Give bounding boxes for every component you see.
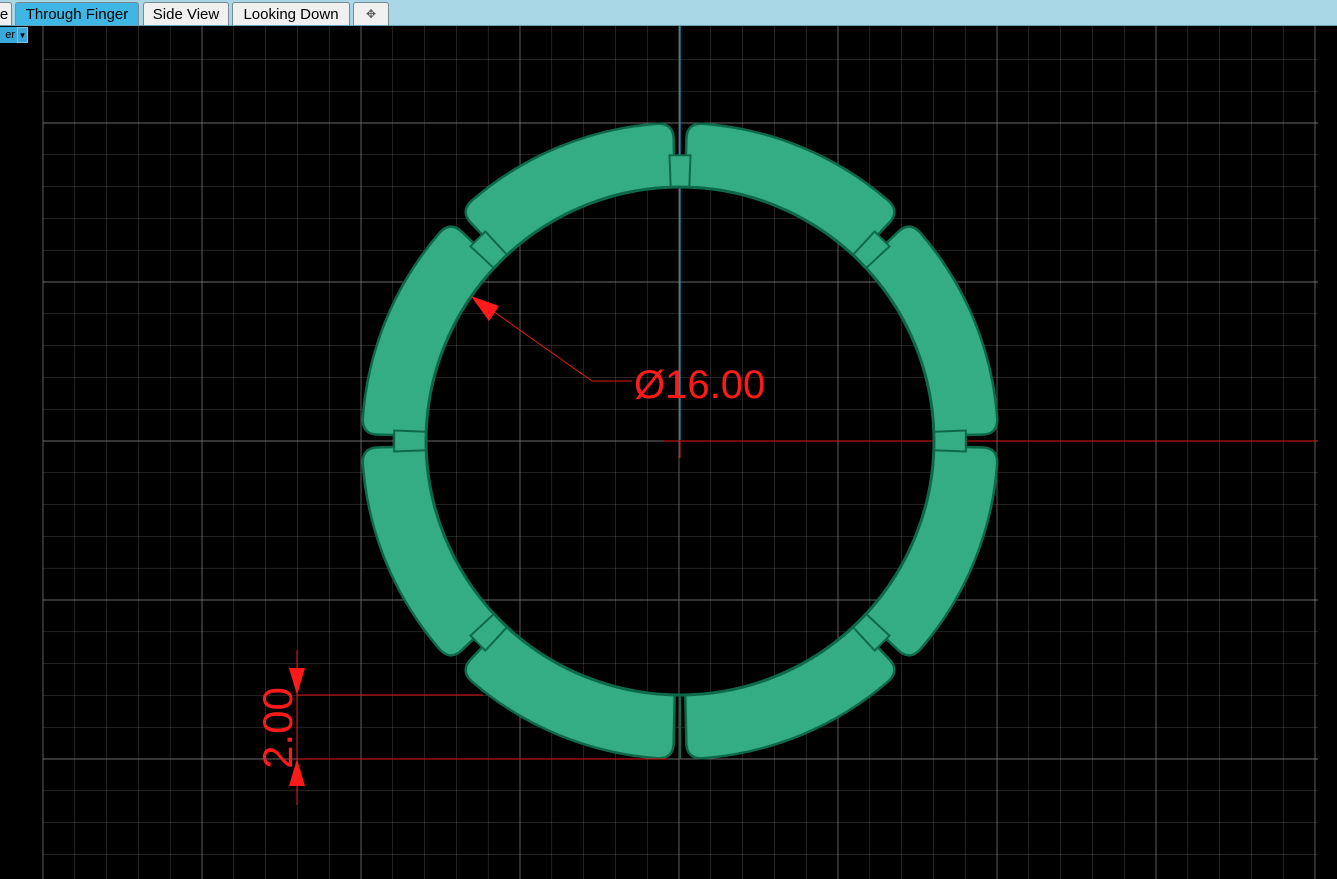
- cad-viewport[interactable]: Ø16.00 2.00: [0, 26, 1337, 879]
- tab-looking-down[interactable]: Looking Down: [232, 2, 350, 25]
- diameter-dimension: Ø16.00: [471, 296, 765, 407]
- diameter-arrowhead: [471, 296, 499, 321]
- tab-partial[interactable]: e: [0, 2, 12, 25]
- view-dropdown[interactable]: er ▼: [0, 27, 30, 43]
- ring-bridge: [393, 429, 428, 453]
- ring-bridge: [932, 429, 967, 453]
- view-dropdown-label: er: [0, 27, 17, 43]
- diameter-label: Ø16.00: [634, 363, 765, 407]
- tab-bar: e Through Finger Side View Looking Down …: [0, 0, 1337, 26]
- chevron-down-icon[interactable]: ▼: [17, 27, 28, 43]
- thickness-label: 2.00: [254, 687, 301, 769]
- ring-bridge: [668, 154, 692, 189]
- add-tab-button[interactable]: ✥: [353, 2, 389, 25]
- tab-through-finger[interactable]: Through Finger: [15, 2, 139, 25]
- plus-move-icon: ✥: [365, 7, 377, 21]
- tab-side-view[interactable]: Side View: [143, 2, 229, 25]
